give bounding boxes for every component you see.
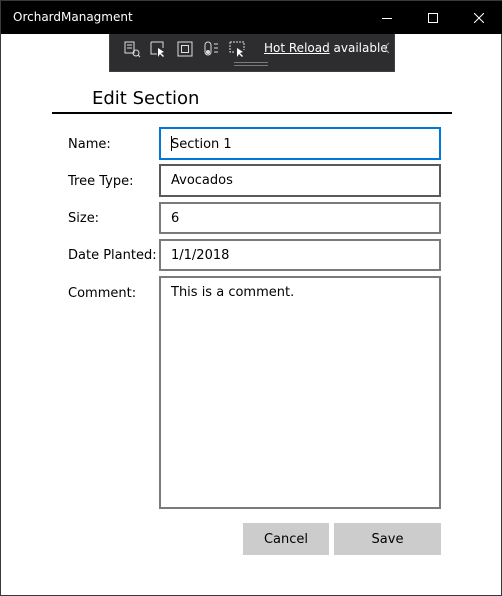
maximize-icon <box>428 12 438 23</box>
preview-selection-icon[interactable] <box>228 40 246 58</box>
title-bar[interactable]: OrchardManagment <box>1 1 502 34</box>
chevron-left-icon <box>383 42 390 54</box>
collapse-toolbar-button[interactable] <box>383 41 391 59</box>
toolbar-drag-handle[interactable] <box>234 62 268 66</box>
date-planted-field[interactable]: 1/1/2018 <box>159 239 441 271</box>
minimize-button[interactable] <box>364 1 410 34</box>
window-title: OrchardManagment <box>13 10 133 24</box>
name-field[interactable]: Section 1 <box>159 127 441 160</box>
name-label: Name: <box>68 137 111 152</box>
app-window: OrchardManagment Hot Reload available Ed… <box>0 0 502 596</box>
track-focus-icon[interactable] <box>202 40 220 58</box>
tree-type-label: Tree Type: <box>68 174 134 189</box>
xaml-debug-toolbar: Hot Reload available <box>109 34 395 72</box>
title-divider <box>52 112 452 114</box>
name-field-value: Section 1 <box>171 137 232 152</box>
hot-reload-status: Hot Reload available <box>264 41 388 55</box>
size-field-value: 6 <box>171 211 180 226</box>
cancel-button[interactable]: Cancel <box>243 523 329 555</box>
date-planted-field-value: 1/1/2018 <box>171 248 230 263</box>
live-visual-tree-icon[interactable] <box>123 40 141 58</box>
close-button[interactable] <box>456 1 502 34</box>
date-planted-label: Date Planted: <box>68 248 157 263</box>
comment-label: Comment: <box>68 286 137 301</box>
tree-type-field[interactable]: Avocados <box>159 164 441 197</box>
hot-reload-link[interactable]: Hot Reload <box>264 41 330 55</box>
display-layout-adorners-icon[interactable] <box>176 40 194 58</box>
tree-type-field-value: Avocados <box>171 173 233 188</box>
select-element-icon[interactable] <box>149 40 167 58</box>
save-button[interactable]: Save <box>334 523 441 555</box>
size-field[interactable]: 6 <box>159 202 441 234</box>
hot-reload-availability: available <box>329 41 388 55</box>
comment-textarea[interactable]: This is a comment. <box>159 276 441 509</box>
close-icon <box>474 12 484 23</box>
size-label: Size: <box>68 211 100 226</box>
page-title: Edit Section <box>92 88 200 109</box>
minimize-icon <box>382 17 392 19</box>
comment-textarea-value: This is a comment. <box>171 285 295 300</box>
maximize-button[interactable] <box>410 1 456 34</box>
